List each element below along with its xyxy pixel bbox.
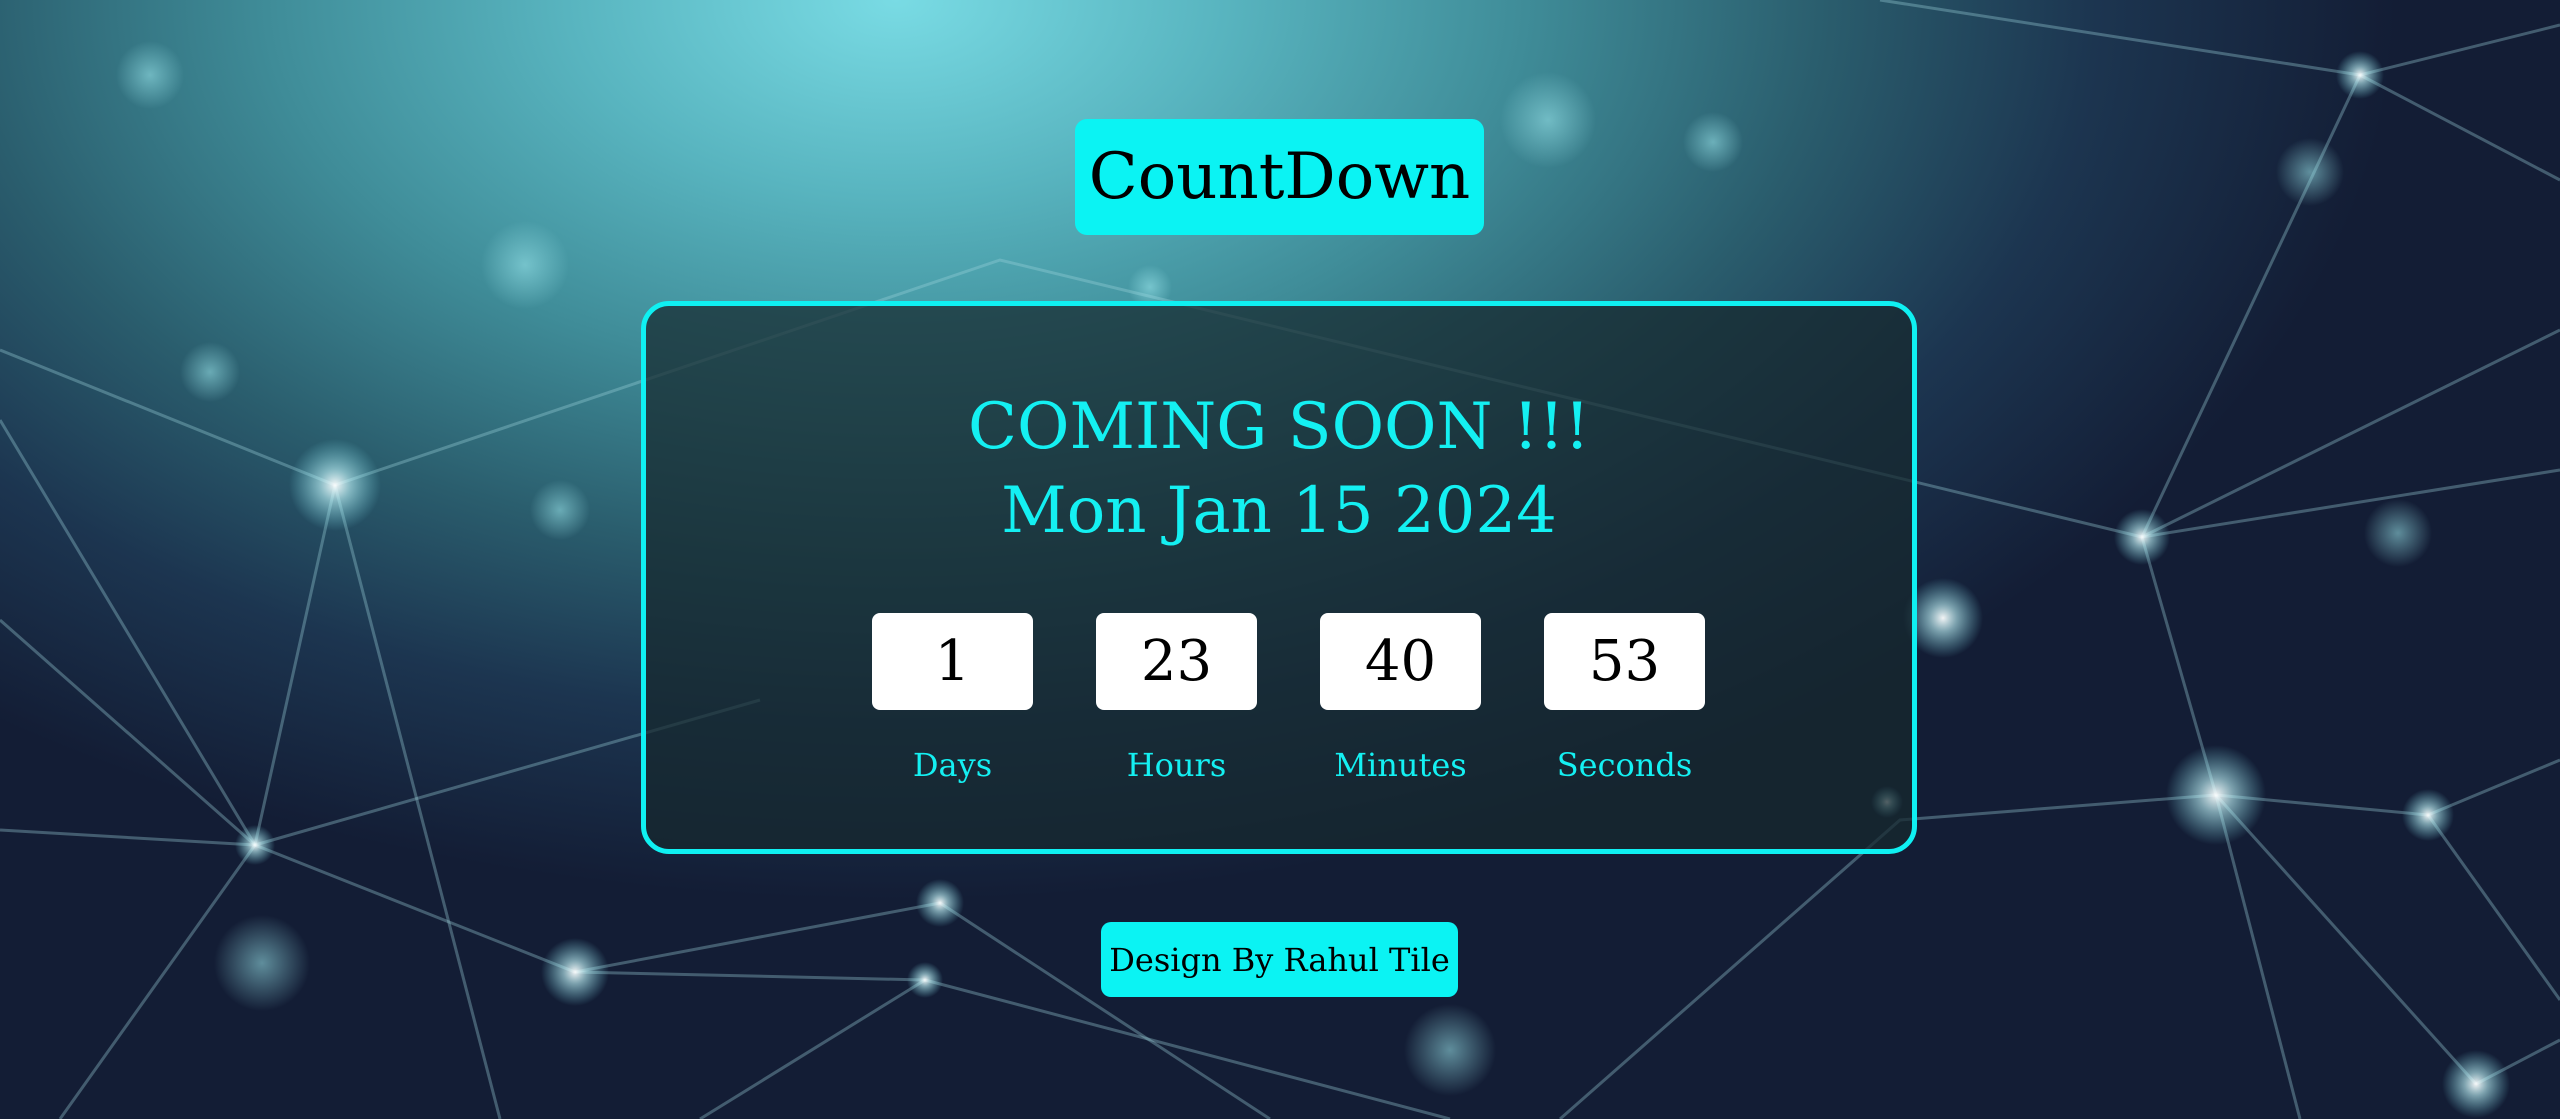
- days-label: Days: [912, 746, 993, 784]
- designer-credit: Design By Rahul Tile: [1101, 922, 1458, 997]
- seconds-value: 53: [1544, 613, 1705, 710]
- coming-soon-heading: COMING SOON !!!: [968, 390, 1590, 464]
- page-title: CountDown: [1075, 119, 1484, 235]
- seconds-label: Seconds: [1556, 746, 1693, 784]
- days-value: 1: [872, 613, 1033, 710]
- minutes-label: Minutes: [1334, 746, 1467, 784]
- hours-label: Hours: [1126, 746, 1227, 784]
- countdown-card: COMING SOON !!! Mon Jan 15 2024 1 Days 2…: [641, 301, 1917, 854]
- hours-value: 23: [1096, 613, 1257, 710]
- target-date: Mon Jan 15 2024: [1001, 474, 1557, 548]
- minutes-value: 40: [1320, 613, 1481, 710]
